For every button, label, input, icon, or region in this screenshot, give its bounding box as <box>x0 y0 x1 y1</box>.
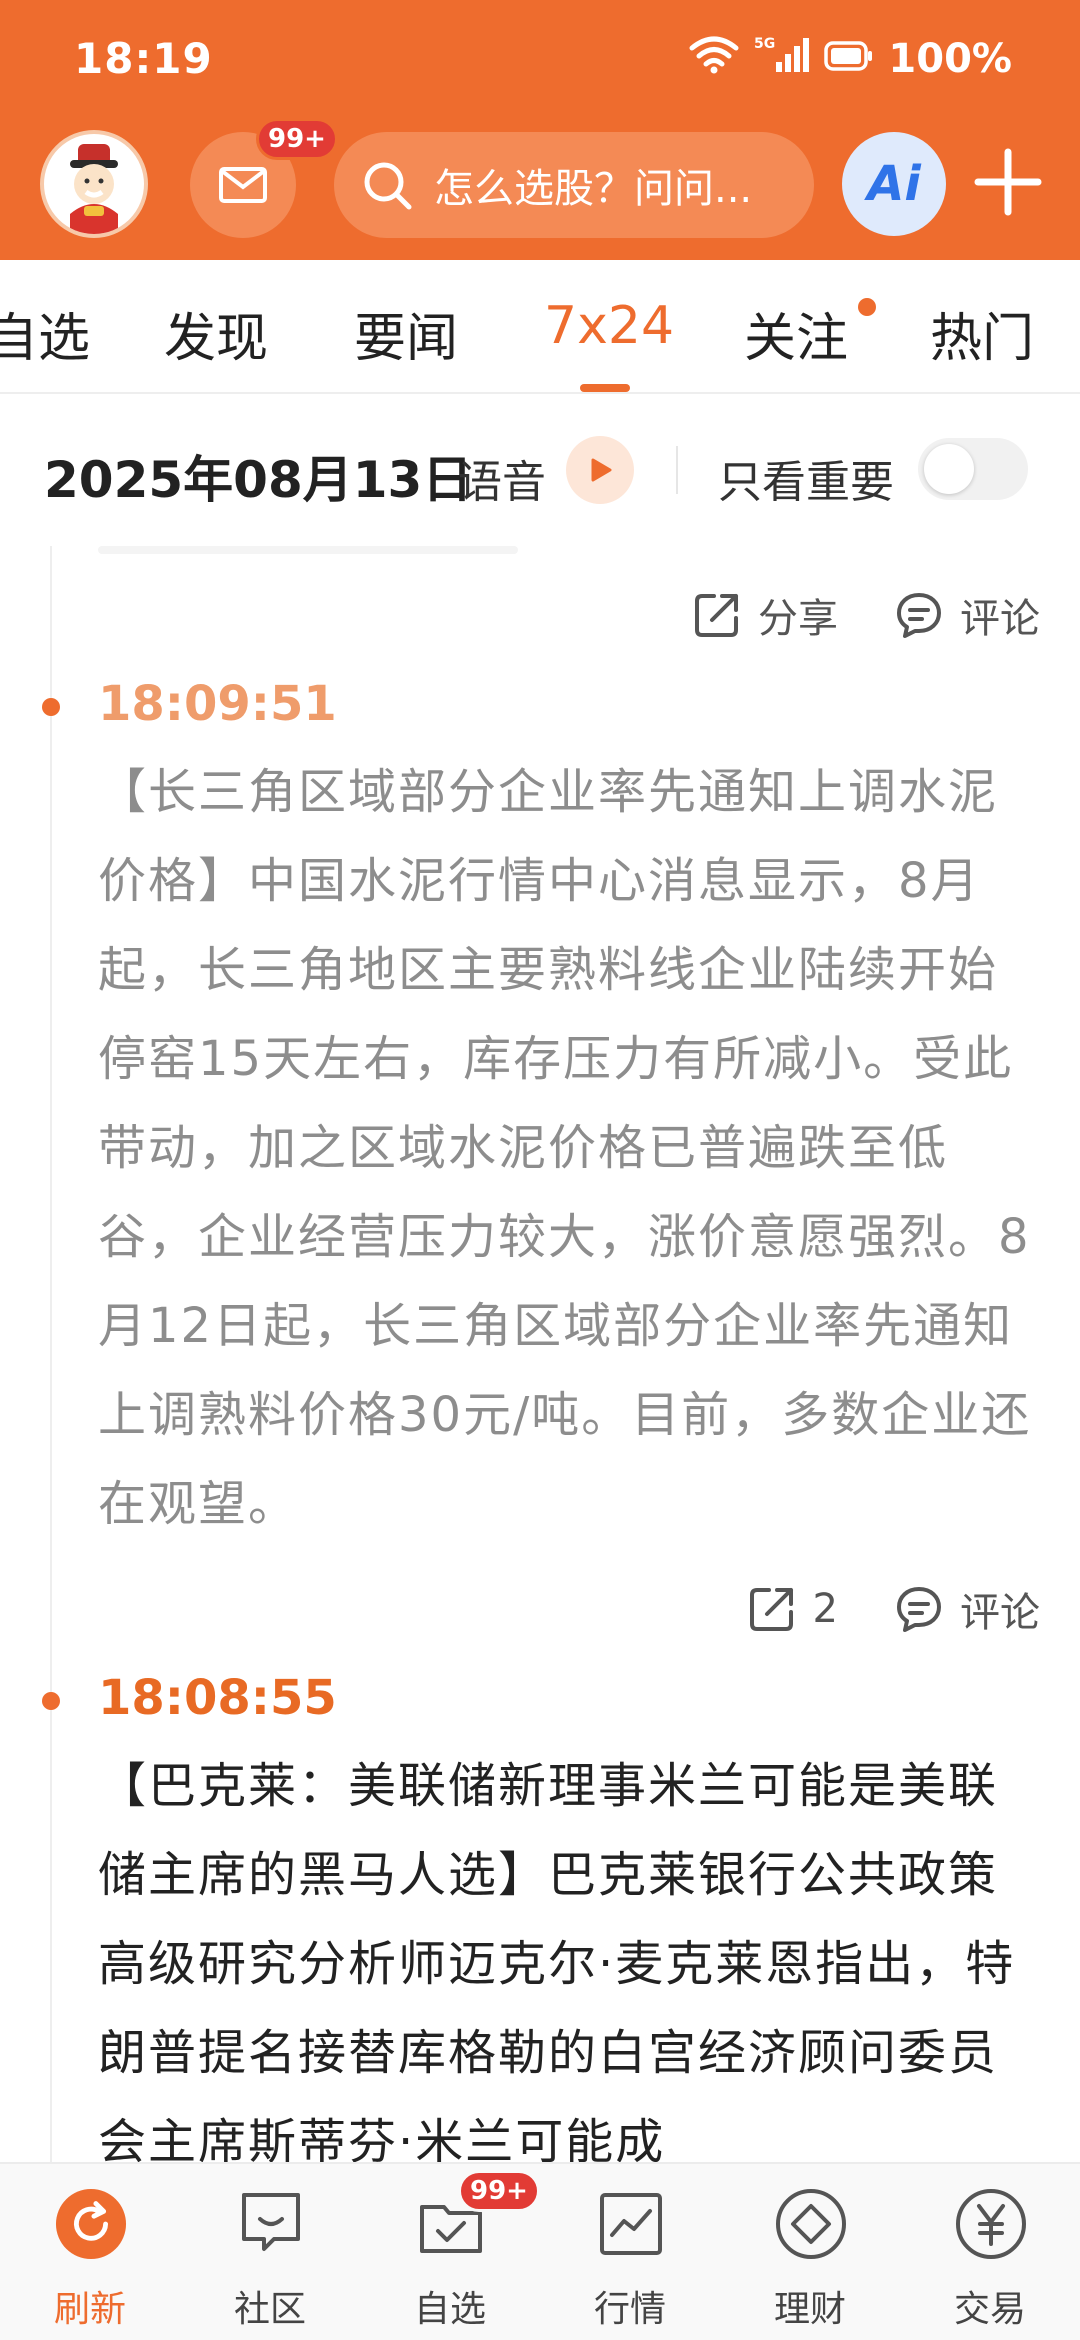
share-label: 分享 <box>758 596 838 642</box>
previous-item-actions: 分享 评论 <box>692 586 1040 644</box>
tab-watchlist[interactable]: 自选 <box>0 296 90 371</box>
search-placeholder: 怎么选股？问问... <box>434 166 753 212</box>
refresh-icon <box>55 2188 127 2260</box>
nav-market[interactable]: 行情 <box>540 2164 720 2340</box>
watchlist-badge: 99+ <box>458 2170 540 2212</box>
voice-play-button[interactable] <box>566 436 634 504</box>
search-icon <box>364 162 412 210</box>
important-only-label: 只看重要 <box>718 457 894 508</box>
mail-button[interactable]: 99+ <box>190 118 338 238</box>
tab-7x24[interactable]: 7x24 <box>544 296 674 356</box>
battery-percent: 100% <box>888 36 1012 82</box>
nav-refresh[interactable]: 刷新 <box>0 2164 180 2340</box>
nav-label: 刷新 <box>53 2289 126 2330</box>
share-button[interactable]: 分享 <box>692 586 838 644</box>
nav-community[interactable]: 社区 <box>180 2164 360 2340</box>
share-button[interactable]: 2 <box>747 1584 838 1634</box>
network-type-label: 5G <box>754 36 775 52</box>
news-item-actions: 2 评论 <box>747 1580 1040 1638</box>
app-header: 18:19 5G 100% 99+ 怎么选股？问问... Ai <box>0 0 1080 260</box>
nav-label: 社区 <box>233 2289 306 2330</box>
tab-bar: 自选 发现 要闻 7x24 关注 热门 <box>0 260 1080 394</box>
timeline-dot <box>42 698 60 716</box>
feed-date: 2025年08月13日 <box>44 451 473 509</box>
tab-following[interactable]: 关注 <box>744 296 848 371</box>
add-button[interactable] <box>972 140 1044 228</box>
nav-watchlist[interactable]: 99+ 自选 <box>360 2164 540 2340</box>
diamond-icon <box>775 2188 847 2260</box>
share-count: 2 <box>812 1586 838 1632</box>
nav-label: 交易 <box>953 2289 1026 2330</box>
nav-label: 行情 <box>593 2289 666 2330</box>
tab-trending[interactable]: 热门 <box>930 296 1034 371</box>
comment-button[interactable]: 评论 <box>894 586 1040 644</box>
toggle-knob <box>924 444 974 494</box>
nav-wealth[interactable]: 理财 <box>720 2164 900 2340</box>
status-time: 18:19 <box>74 34 213 83</box>
tab-following-dot <box>858 298 876 316</box>
voice-label[interactable]: 语音 <box>458 446 546 510</box>
timeline-dot <box>42 1692 60 1710</box>
caishen-avatar-icon <box>70 144 118 234</box>
comment-icon <box>897 1587 941 1632</box>
plus-icon <box>974 148 1042 216</box>
active-tab-indicator <box>580 384 630 392</box>
search-bar[interactable]: 怎么选股？问问... <box>334 132 814 238</box>
yen-icon <box>955 2188 1027 2260</box>
status-bar: 18:19 5G 100% <box>0 0 1080 120</box>
news-text[interactable]: 【巴克莱：美联储新理事米兰可能是美联储主席的黑马人选】巴克莱银行公共政策高级研究… <box>98 1742 1040 2162</box>
news-time: 18:08:55 <box>98 1670 337 1726</box>
nav-label: 理财 <box>773 2289 846 2330</box>
battery-icon <box>824 36 874 82</box>
bottom-navigation: 刷新 社区 99+ 自选 行情 理财 交易 <box>0 2162 1080 2340</box>
chat-icon <box>235 2188 307 2260</box>
comment-button[interactable]: 评论 <box>894 1580 1040 1638</box>
ai-assistant-button[interactable]: Ai <box>842 132 946 236</box>
chart-icon <box>595 2188 667 2260</box>
previous-item-stub <box>98 546 518 554</box>
nav-label: 自选 <box>413 2289 486 2330</box>
important-only-toggle[interactable] <box>918 438 1028 500</box>
status-indicators: 5G 100% <box>688 34 1012 84</box>
mail-badge: 99+ <box>256 118 338 160</box>
signal-icon: 5G <box>754 34 810 84</box>
timeline-line <box>50 546 52 2162</box>
news-text[interactable]: 【长三角区域部分企业率先通知上调水泥价格】中国水泥行情中心消息显示，8月起，长三… <box>98 748 1040 1549</box>
date-filter-row: 2025年08月13日 语音 只看重要 <box>0 396 1080 546</box>
play-icon <box>591 458 612 482</box>
ai-label: Ai <box>867 156 921 212</box>
divider <box>676 446 678 494</box>
comment-icon <box>897 593 941 638</box>
share-icon <box>695 594 738 637</box>
mail-icon <box>219 167 267 203</box>
share-icon <box>749 1588 793 1631</box>
tab-discover[interactable]: 发现 <box>164 296 268 371</box>
nav-trade[interactable]: 交易 <box>900 2164 1080 2340</box>
tab-headlines[interactable]: 要闻 <box>354 296 458 371</box>
comment-label: 评论 <box>960 1590 1040 1636</box>
news-time: 18:09:51 <box>98 676 337 732</box>
wifi-icon <box>688 34 740 84</box>
user-avatar[interactable] <box>40 130 148 238</box>
news-feed[interactable]: 分享 评论 18:09:51 【长三角区域部分企业率先通知上调水泥价格】中国水泥… <box>0 546 1080 2162</box>
comment-label: 评论 <box>960 596 1040 642</box>
